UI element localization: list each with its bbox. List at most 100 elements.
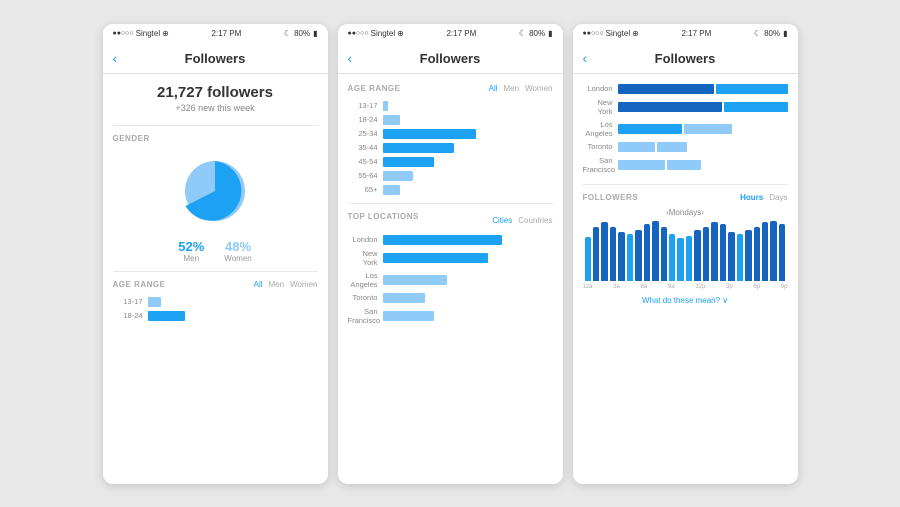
wifi-icon-3: ⊕ [632, 29, 639, 38]
age-bars-1: 13-17 18-24 [113, 297, 318, 321]
carrier-1: Singtel [136, 29, 160, 38]
status-bar-2: ●●○○○ Singtel ⊕ 2:17 PM ☾ 80% ▮ [338, 24, 563, 44]
hourly-bar-4 [618, 232, 624, 281]
phone-3: ●●○○○ Singtel ⊕ 2:17 PM ☾ 80% ▮ ‹ Follow… [573, 24, 798, 484]
hourly-bar-5 [627, 234, 633, 280]
loc-filter: Cities Countries [492, 216, 552, 225]
followers-toggle: Hours Days [740, 193, 787, 202]
hourly-bar-18 [737, 234, 743, 280]
age-row-65-2: 65+ [348, 185, 553, 195]
age-row-25-2: 25-34 [348, 129, 553, 139]
top-loc-header: TOP LOCATIONS Cities Countries [348, 212, 553, 229]
signal-1: ●●○○○ [113, 30, 134, 37]
women-pct: 48% [224, 239, 251, 254]
filter-women-2[interactable]: Women [525, 84, 552, 93]
pie-svg [175, 151, 255, 231]
filter-tabs-2: All Men Women [489, 84, 553, 93]
hourly-bar-3 [610, 227, 616, 280]
nav-bar-1: ‹ Followers [103, 44, 328, 74]
hourly-bar-2 [601, 222, 607, 280]
loc-sf: San Francisco [348, 307, 553, 325]
age-row-55-2: 55-64 [348, 171, 553, 181]
hourly-bar-22 [770, 221, 776, 281]
hourly-bar-17 [728, 232, 734, 281]
phone-1: ●●○○○ Singtel ⊕ 2:17 PM ☾ 80% ▮ ‹ Follow… [103, 24, 328, 484]
divider-p3 [583, 184, 788, 185]
filter-men-1[interactable]: Men [269, 280, 285, 289]
hourly-bar-20 [754, 227, 760, 280]
age-range-header-1: AGE RANGE All Men Women [113, 280, 318, 289]
men-pct: 52% [178, 239, 204, 254]
phone-2-content: AGE RANGE All Men Women 13-17 18-24 25-3… [338, 74, 563, 484]
follower-count: 21,727 followers +326 new this week [113, 84, 318, 113]
location-bars: London New York Los Angeles Toronto San … [348, 235, 553, 325]
back-button-2[interactable]: ‹ [348, 50, 353, 66]
wifi-icon-2: ⊕ [397, 29, 404, 38]
phone-2: ●●○○○ Singtel ⊕ 2:17 PM ☾ 80% ▮ ‹ Follow… [338, 24, 563, 484]
wifi-icon-1: ⊕ [162, 29, 169, 38]
hourly-bar-6 [635, 230, 641, 280]
loc-countries[interactable]: Countries [518, 216, 552, 225]
battery-2: 80% [529, 29, 545, 38]
age-row-18-1: 18-24 [113, 311, 318, 321]
age-bars-2: 13-17 18-24 25-34 35-44 45-54 [348, 101, 553, 195]
age-row-18-2: 18-24 [348, 115, 553, 125]
nav-title-3: Followers [655, 51, 716, 66]
age-range-header-2: AGE RANGE All Men Women [348, 84, 553, 93]
age-range-label-1: AGE RANGE [113, 280, 166, 289]
moon-icon-1: ☾ [284, 29, 291, 38]
gender-chart: 52% Men 48% Women [113, 151, 318, 263]
hourly-bar-12 [686, 236, 692, 280]
carrier-2: Singtel [371, 29, 395, 38]
hourly-chart [583, 221, 788, 281]
hourly-bar-23 [779, 224, 785, 280]
loc-toronto: Toronto [348, 293, 553, 303]
status-bar-3: ●●○○○ Singtel ⊕ 2:17 PM ☾ 80% ▮ [573, 24, 798, 44]
filter-tabs-1: All Men Women [254, 280, 318, 289]
nav-bar-2: ‹ Followers [338, 44, 563, 74]
status-bar-1: ●●○○○ Singtel ⊕ 2:17 PM ☾ 80% ▮ [103, 24, 328, 44]
location-bars-3: London New York Los Angeles [583, 84, 788, 174]
battery-icon-1: ▮ [313, 29, 317, 38]
what-link[interactable]: What do these mean? ∨ [583, 296, 788, 305]
age-row-13-1: 13-17 [113, 297, 318, 307]
loc3-newyork: New York [583, 98, 788, 116]
time-1: 2:17 PM [211, 29, 241, 38]
hourly-bar-14 [703, 227, 709, 281]
filter-all-2[interactable]: All [489, 84, 498, 93]
hourly-bar-19 [745, 230, 751, 280]
nav-bar-3: ‹ Followers [573, 44, 798, 74]
loc-cities[interactable]: Cities [492, 216, 512, 225]
age-row-45-2: 45-54 [348, 157, 553, 167]
divider-1 [113, 125, 318, 126]
hourly-bar-10 [669, 234, 675, 280]
battery-icon-2: ▮ [548, 29, 552, 38]
phone-1-content: 21,727 followers +326 new this week GEND… [103, 74, 328, 484]
hourly-bar-9 [661, 227, 667, 280]
hourly-bar-21 [762, 222, 768, 280]
age-row-13-2: 13-17 [348, 101, 553, 111]
back-button-1[interactable]: ‹ [113, 50, 118, 66]
toggle-hours[interactable]: Hours [740, 193, 763, 202]
men-label: 52% Men [178, 239, 204, 263]
loc3-london: London [583, 84, 788, 94]
top-loc-label: TOP LOCATIONS [348, 212, 419, 221]
nav-title-2: Followers [420, 51, 481, 66]
women-text: Women [224, 254, 251, 263]
back-button-3[interactable]: ‹ [583, 50, 588, 66]
time-2: 2:17 PM [446, 29, 476, 38]
hourly-bar-7 [644, 224, 650, 280]
battery-1: 80% [294, 29, 310, 38]
filter-men-2[interactable]: Men [504, 84, 520, 93]
filter-all-1[interactable]: All [254, 280, 263, 289]
toggle-days[interactable]: Days [769, 193, 787, 202]
loc3-toronto: Toronto [583, 142, 788, 152]
filter-women-1[interactable]: Women [290, 280, 317, 289]
signal-2: ●●○○○ [348, 30, 369, 37]
followers-header-row: FOLLOWERS Hours Days [583, 193, 788, 202]
phone-3-content: London New York Los Angeles [573, 74, 798, 484]
follower-number: 21,727 followers [113, 84, 318, 101]
moon-icon-3: ☾ [754, 29, 761, 38]
hourly-bar-15 [711, 222, 717, 280]
divider-p2 [348, 203, 553, 204]
